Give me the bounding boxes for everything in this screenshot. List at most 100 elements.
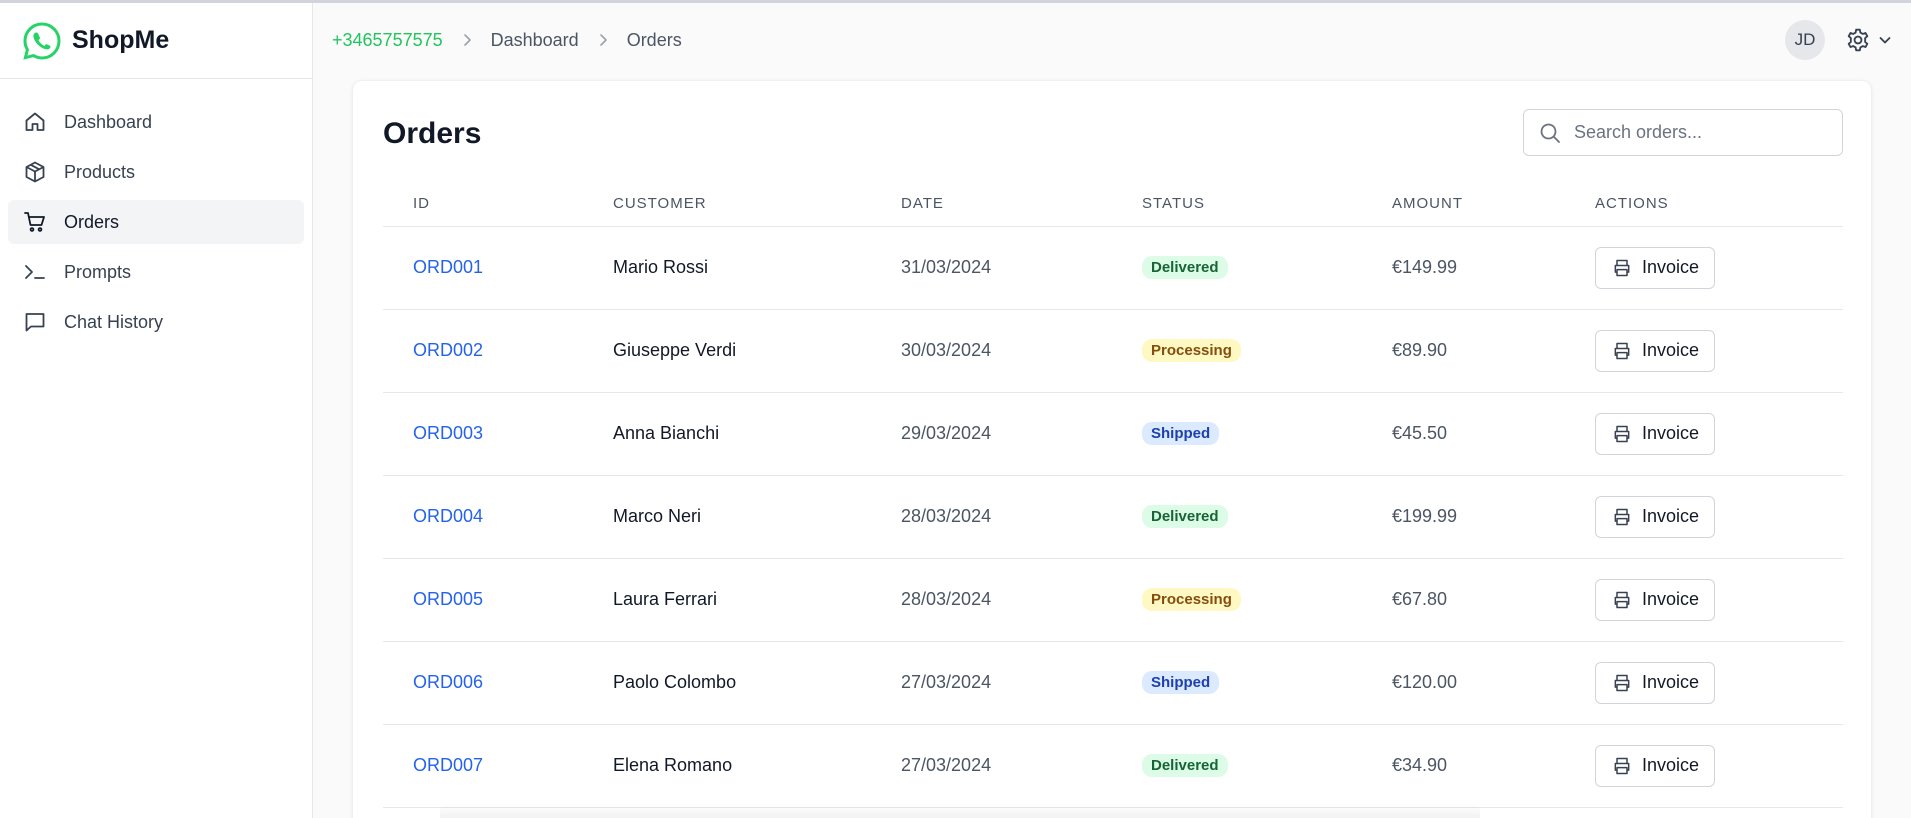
customer-cell: Paolo Colombo [613,641,901,725]
invoice-button[interactable]: Invoice [1595,661,1716,704]
sidebar-nav: Dashboard Products Orders Prompts Chat H… [0,79,312,344]
date-cell: 28/03/2024 [901,558,1142,642]
table-row[interactable]: ORD007 Elena Romano 27/03/2024 Delivered €34… [383,724,1843,808]
invoice-button-label: Invoice [1642,755,1700,775]
invoice-button[interactable]: Invoice [1595,495,1716,538]
column-header-customer[interactable]: CUSTOMER [613,181,901,227]
order-id-link[interactable]: ORD007 [413,755,483,775]
printer-icon [1614,259,1630,276]
breadcrumb: +3465757575 Dashboard Orders [332,30,682,51]
date-cell: 27/03/2024 [901,724,1142,808]
customer-cell: Mario Rossi [613,226,901,310]
invoice-button-label: Invoice [1642,589,1700,609]
chevron-right-icon [595,32,611,48]
column-header-amount[interactable]: AMOUNT [1392,181,1595,227]
order-id-link[interactable]: ORD001 [413,257,483,277]
order-id-link[interactable]: ORD004 [413,506,483,526]
date-cell: 31/03/2024 [901,226,1142,310]
table-row[interactable]: ORD004 Marco Neri 28/03/2024 Delivered €199.… [383,475,1843,559]
column-header-date[interactable]: DATE [901,181,1142,227]
amount-cell: €149.99 [1392,226,1595,310]
order-id-cell: ORD003 [383,392,613,476]
brand[interactable]: ShopMe [0,3,312,79]
sidebar-item-products[interactable]: Products [8,150,304,194]
invoice-button-label: Invoice [1642,506,1700,526]
chevron-down-icon [1879,37,1891,44]
customer-cell: Elena Romano [613,724,901,808]
actions-cell: Invoice [1595,724,1843,808]
amount-cell: €34.90 [1392,724,1595,808]
invoice-button-label: Invoice [1642,672,1700,692]
cart-icon [22,209,48,235]
invoice-button[interactable]: Invoice [1595,412,1716,455]
breadcrumb-phone[interactable]: +3465757575 [332,30,443,51]
column-header-id[interactable]: ID [383,181,613,227]
invoice-button[interactable]: Invoice [1595,329,1716,372]
invoice-button[interactable]: Invoice [1595,578,1716,621]
status-badge: Shipped [1142,671,1220,694]
breadcrumb-dashboard[interactable]: Dashboard [491,30,579,51]
chat-icon [22,309,48,335]
sidebar-item-label: Dashboard [64,111,153,132]
search-input[interactable] [1574,122,1824,143]
orders-table-body: ORD001 Mario Rossi 31/03/2024 Delivered €149… [383,226,1843,808]
sidebar-item-label: Chat History [64,311,164,332]
sidebar-item-dashboard[interactable]: Dashboard [8,100,304,144]
table-row[interactable]: ORD001 Mario Rossi 31/03/2024 Delivered €149… [383,226,1843,310]
column-header-status[interactable]: STATUS [1142,181,1392,227]
orders-table: ID CUSTOMER DATE STATUS AMOUNT ACTIONS O… [383,181,1843,808]
column-header-actions: ACTIONS [1595,181,1843,227]
table-row[interactable]: ORD006 Paolo Colombo 27/03/2024 Shipped €120… [383,641,1843,725]
sidebar-item-prompts[interactable]: Prompts [8,250,304,294]
sidebar-item-orders[interactable]: Orders [8,200,304,244]
search-box[interactable] [1523,109,1843,156]
printer-icon [1614,425,1630,442]
status-cell: Delivered [1142,724,1392,808]
order-id-link[interactable]: ORD002 [413,340,483,360]
invoice-button-label: Invoice [1642,340,1700,360]
table-header-row: ID CUSTOMER DATE STATUS AMOUNT ACTIONS [383,181,1843,227]
customer-cell: Giuseppe Verdi [613,309,901,393]
brand-name: ShopMe [72,26,170,54]
order-id-link[interactable]: ORD006 [413,672,483,692]
table-row[interactable]: ORD005 Laura Ferrari 28/03/2024 Processing €… [383,558,1843,642]
amount-cell: €45.50 [1392,392,1595,476]
avatar[interactable]: JD [1785,20,1825,60]
amount-cell: €89.90 [1392,309,1595,393]
status-cell: Delivered [1142,226,1392,310]
status-badge: Processing [1142,588,1241,611]
amount-cell: €120.00 [1392,641,1595,725]
printer-icon [1614,674,1630,691]
date-cell: 28/03/2024 [901,475,1142,559]
status-badge: Shipped [1142,422,1220,445]
terminal-icon [22,259,48,285]
page-title: Orders [383,117,482,150]
status-cell: Delivered [1142,475,1392,559]
box-icon [22,159,48,185]
status-badge: Processing [1142,339,1241,362]
order-id-link[interactable]: ORD003 [413,423,483,443]
sidebar-item-chat-history[interactable]: Chat History [8,300,304,344]
order-id-cell: ORD002 [383,309,613,393]
order-id-link[interactable]: ORD005 [413,589,483,609]
status-cell: Shipped [1142,641,1392,725]
scroll-shadow [440,804,1480,818]
customer-cell: Marco Neri [613,475,901,559]
actions-cell: Invoice [1595,226,1843,310]
amount-cell: €67.80 [1392,558,1595,642]
table-row[interactable]: ORD002 Giuseppe Verdi 30/03/2024 Processing… [383,309,1843,393]
settings-menu-button[interactable] [1845,27,1893,53]
table-row[interactable]: ORD003 Anna Bianchi 29/03/2024 Shipped €45.5… [383,392,1843,476]
gear-icon [1847,28,1869,52]
actions-cell: Invoice [1595,641,1843,725]
date-cell: 27/03/2024 [901,641,1142,725]
invoice-button[interactable]: Invoice [1595,246,1716,289]
invoice-button[interactable]: Invoice [1595,744,1716,787]
status-cell: Shipped [1142,392,1392,476]
actions-cell: Invoice [1595,475,1843,559]
invoice-button-label: Invoice [1642,423,1700,443]
printer-icon [1614,757,1630,774]
printer-icon [1614,508,1630,525]
order-id-cell: ORD005 [383,558,613,642]
actions-cell: Invoice [1595,392,1843,476]
